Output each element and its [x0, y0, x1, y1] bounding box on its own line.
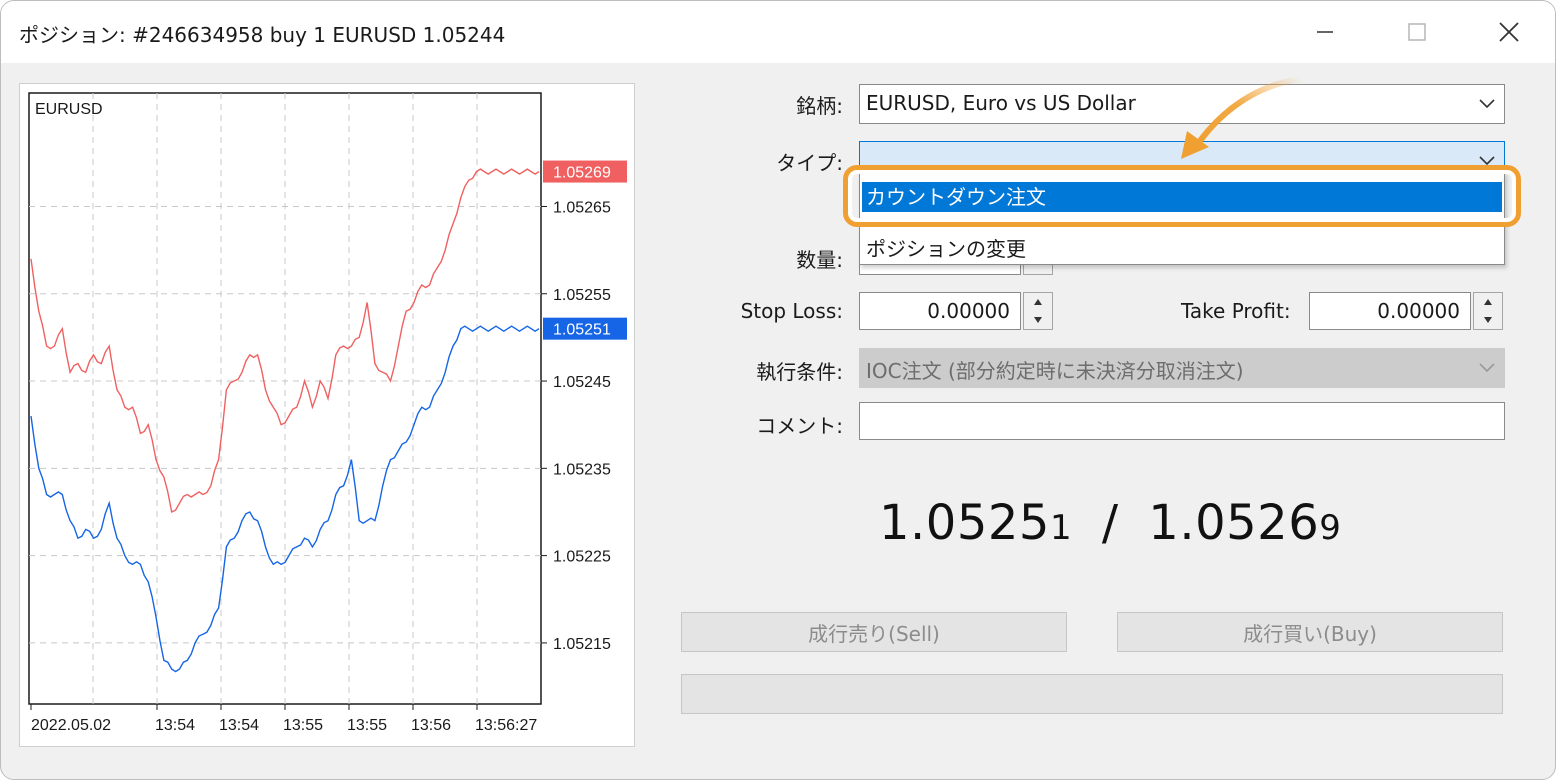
y-tick-label: 1.05255 — [553, 287, 611, 304]
price-tag-label-ask: 1.05269 — [553, 165, 611, 182]
title-bar: ポジション: #246634958 buy 1 EURUSD 1.05244 — [1, 1, 1555, 63]
y-tick-label: 1.05215 — [553, 636, 611, 653]
takeprofit-stepper[interactable] — [1473, 292, 1503, 330]
window-title: ポジション: #246634958 buy 1 EURUSD 1.05244 — [19, 23, 506, 47]
bid-price-last-digit: 1 — [1049, 508, 1073, 548]
maximize-button[interactable] — [1394, 13, 1440, 51]
dropdown-option-modify-position[interactable]: ポジションの変更 — [862, 234, 1502, 264]
buy-button[interactable]: 成行買い(Buy) — [1117, 612, 1503, 652]
triangle-up-icon — [1484, 299, 1492, 305]
triangle-down-icon — [1484, 317, 1492, 323]
x-tick-label: 13:55 — [283, 717, 323, 734]
quote-separator: / — [1101, 495, 1119, 551]
close-icon — [1499, 22, 1519, 42]
comment-input[interactable] — [859, 402, 1505, 440]
chevron-down-icon — [1479, 363, 1495, 373]
takeprofit-label: Take Profit: — [1181, 299, 1291, 323]
takeprofit-down-button[interactable] — [1474, 311, 1502, 329]
bid-price: 1.0525 — [879, 495, 1050, 551]
maximize-icon — [1408, 23, 1426, 41]
tick-chart: 1.05265 1.05255 1.05245 1.05235 1.05225 1.052… — [19, 83, 635, 747]
sell-button[interactable]: 成行売り(Sell) — [681, 612, 1067, 652]
type-dropdown-list: カウントダウン注文 ポジションの変更 — [859, 171, 1505, 265]
x-tick-label: 13:56:27 — [475, 717, 537, 734]
dropdown-option-countdown[interactable]: カウントダウン注文 — [862, 182, 1502, 212]
position-dialog: ポジション: #246634958 buy 1 EURUSD 1.05244 1… — [0, 0, 1556, 780]
stoploss-up-button[interactable] — [1024, 293, 1052, 311]
stoploss-down-button[interactable] — [1024, 311, 1052, 329]
type-label: タイプ: — [776, 151, 843, 175]
stoploss-stepper[interactable] — [1023, 292, 1053, 330]
price-quote: 1.05251 / 1.05269 — [879, 495, 1341, 551]
takeprofit-input[interactable]: 0.00000 — [1309, 292, 1471, 330]
fill-policy-value: IOC注文 (部分約定時に未決済分取消注文) — [866, 359, 1244, 383]
x-tick-label: 13:56 — [411, 717, 451, 734]
price-tag-label-bid: 1.05251 — [553, 322, 611, 339]
fill-policy-label: 執行条件: — [756, 360, 843, 384]
y-tick-label: 1.05225 — [553, 549, 611, 566]
minimize-button[interactable] — [1302, 13, 1348, 51]
x-tick-label: 13:55 — [347, 717, 387, 734]
takeprofit-up-button[interactable] — [1474, 293, 1502, 311]
x-tick-label: 2022.05.02 — [31, 717, 111, 734]
ask-price-last-digit: 9 — [1319, 508, 1342, 548]
chart-canvas: 1.05265 1.05255 1.05245 1.05235 1.05225 1.052… — [28, 92, 627, 734]
stoploss-input[interactable]: 0.00000 — [859, 292, 1021, 330]
annotation-arrow-icon — [1181, 76, 1304, 159]
triangle-up-icon — [1034, 299, 1042, 305]
ask-price: 1.0526 — [1148, 495, 1320, 551]
y-tick-label: 1.05245 — [553, 374, 611, 391]
volume-label: 数量: — [796, 248, 843, 272]
triangle-down-icon — [1034, 317, 1042, 323]
stoploss-label: Stop Loss: — [740, 299, 843, 323]
modify-button[interactable] — [681, 674, 1503, 714]
x-tick-label: 13:54 — [155, 717, 195, 734]
y-tick-label: 1.05235 — [553, 461, 611, 478]
x-tick-label: 13:54 — [219, 717, 259, 734]
symbol-label: 銘柄: — [796, 94, 843, 118]
comment-label: コメント: — [756, 414, 843, 438]
minimize-icon — [1317, 31, 1333, 33]
chevron-down-icon — [1479, 99, 1495, 109]
chart-title: EURUSD — [35, 101, 103, 118]
chevron-down-icon — [1479, 156, 1495, 166]
y-tick-label: 1.05265 — [553, 199, 611, 216]
close-button[interactable] — [1486, 13, 1532, 51]
symbol-value: EURUSD, Euro vs US Dollar — [866, 91, 1136, 115]
fill-policy-select[interactable]: IOC注文 (部分約定時に未決済分取消注文) — [859, 348, 1505, 388]
